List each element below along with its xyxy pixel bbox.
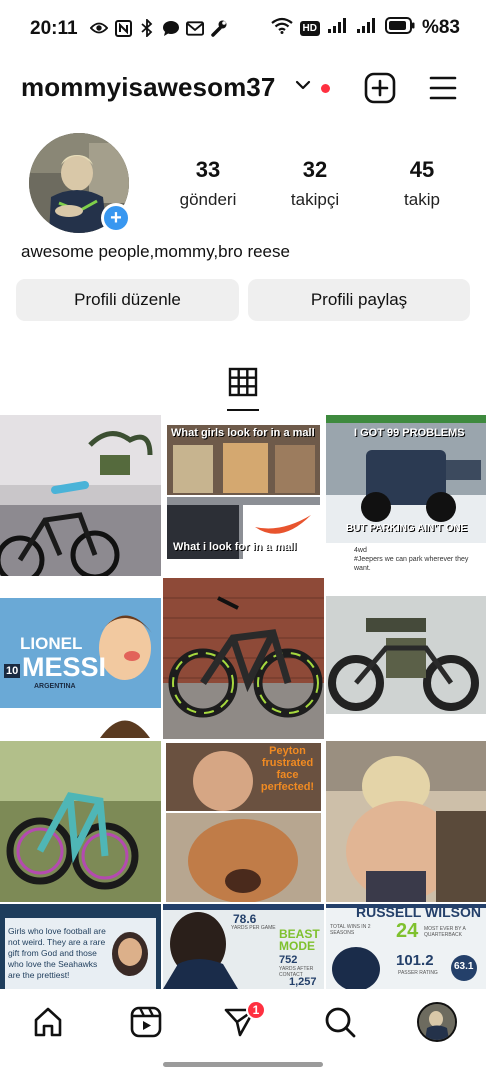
post-stat-value: 752 — [279, 954, 298, 966]
messi-last-name: MESSI — [22, 652, 107, 682]
chevron-down-icon[interactable] — [294, 78, 312, 97]
followers-count: 32 — [302, 157, 328, 182]
edit-profile-button[interactable]: Profili düzenle — [16, 279, 239, 321]
nfc-icon — [114, 19, 132, 37]
messi-country: ARGENTINA — [34, 683, 76, 690]
post-stat-value: 63.1 — [454, 961, 474, 972]
post-thumbnail[interactable]: I GOT 99 PROBLEMS BUT PARKING AIN'T ONE … — [326, 415, 486, 576]
post-thumbnail[interactable] — [326, 741, 486, 902]
post-stat-value: 78.6 — [233, 912, 257, 926]
status-time: 20:11 — [30, 18, 78, 39]
eye-icon — [90, 19, 108, 37]
username-title[interactable]: mommyisawesom37 — [21, 72, 275, 103]
battery-icon — [384, 17, 415, 39]
post-thumbnail[interactable]: RUSSELL WILSON TOTAL WINS IN 2 SEASONS 2… — [326, 904, 486, 989]
followers-label: takipçi — [290, 190, 340, 209]
post-meme-top-text: What girls look for in a mall — [171, 427, 315, 439]
posts-label: gönderi — [179, 190, 237, 209]
post-meme-text: Peyton frustrated face perfected! — [260, 745, 315, 793]
following-count: 45 — [409, 157, 435, 182]
signal-icon-2 — [356, 17, 378, 39]
profile-header: mommyisawesom37 — [0, 66, 486, 112]
post-meme-bottom-text: BUT PARKING AIN'T ONE — [346, 523, 468, 534]
content-tabs — [0, 360, 486, 412]
post-caption: #Jeepers we can park wherever they want. — [354, 556, 469, 572]
profile-avatar[interactable]: + — [29, 133, 131, 233]
post-meme-top-text: I GOT 99 PROBLEMS — [354, 427, 465, 439]
profile-tab-avatar[interactable] — [417, 1002, 457, 1042]
profile-stats: 33 gönderi 32 takipçi 45 takip — [160, 157, 470, 210]
following-stat[interactable]: 45 takip — [374, 157, 470, 210]
status-notification-icons — [90, 19, 228, 37]
post-stat-value: 1,257 — [289, 976, 317, 988]
post-caption: Girls who love football are not weird. T… — [8, 926, 106, 980]
menu-icon[interactable] — [428, 74, 458, 102]
wrench-icon — [210, 19, 228, 37]
post-thumbnail[interactable]: 10 LIONEL MESSI ARGENTINA — [0, 578, 161, 739]
post-thumbnail[interactable]: What girls look for in a mall What i loo… — [163, 415, 324, 576]
followers-stat[interactable]: 32 takipçi — [267, 157, 363, 210]
grid-icon[interactable] — [227, 366, 259, 398]
search-icon[interactable] — [322, 1004, 358, 1040]
post-title: BEAST MODE — [279, 927, 320, 953]
following-label: takip — [404, 190, 440, 209]
post-thumbnail[interactable] — [326, 578, 486, 739]
post-thumbnail[interactable] — [0, 741, 161, 902]
post-stat-label: PASSER RATING — [398, 970, 438, 976]
home-indicator[interactable] — [163, 1062, 323, 1067]
gmail-icon — [186, 19, 204, 37]
post-thumbnail[interactable] — [163, 578, 324, 739]
post-thumbnail[interactable]: Peyton frustrated face perfected! — [163, 741, 324, 902]
share-profile-button[interactable]: Profili paylaş — [248, 279, 470, 321]
signal-icon — [327, 17, 349, 39]
posts-grid: What girls look for in a mall What i loo… — [0, 415, 486, 989]
account-notification-dot — [321, 84, 330, 93]
home-icon[interactable] — [30, 1004, 66, 1040]
post-thumbnail[interactable]: 78.6 YARDS PER GAME BEAST MODE 752 YARDS… — [163, 904, 324, 989]
wifi-icon — [270, 17, 293, 39]
messages-badge: 1 — [246, 1000, 266, 1020]
post-stat-value: 24 — [396, 920, 419, 942]
status-bar: 20:11 HD %83 — [0, 0, 486, 58]
hd-badge: HD — [299, 20, 320, 36]
active-tab-indicator — [227, 409, 259, 411]
status-system-icons: HD %83 — [270, 17, 460, 39]
post-thumbnail[interactable] — [0, 415, 161, 576]
post-account-name: 4wd — [354, 547, 367, 554]
chat-icon — [162, 19, 180, 37]
messi-first-name: LIONEL — [20, 634, 83, 653]
messi-number: 10 — [4, 664, 21, 678]
posts-stat[interactable]: 33 gönderi — [160, 157, 256, 210]
post-title: RUSSELL WILSON — [356, 904, 481, 920]
post-stat-label: MOST EVER BY A QUARTERBACK — [424, 926, 466, 938]
post-thumbnail[interactable]: Girls who love football are not weird. T… — [0, 904, 161, 989]
post-stat-value: 101.2 — [396, 952, 434, 969]
reels-icon[interactable] — [128, 1004, 164, 1040]
profile-bio: awesome people,mommy,bro reese — [21, 242, 290, 261]
bluetooth-icon — [138, 19, 156, 37]
battery-percent: %83 — [421, 17, 460, 38]
post-meme-bottom-text: What i look for in a mall — [173, 541, 297, 553]
post-stat-label: TOTAL WINS IN 2 SEASONS — [330, 924, 371, 936]
post-stat-label: YARDS PER GAME — [231, 925, 276, 931]
add-story-button[interactable]: + — [101, 203, 131, 233]
posts-count: 33 — [195, 157, 221, 182]
add-post-icon[interactable] — [364, 72, 396, 104]
